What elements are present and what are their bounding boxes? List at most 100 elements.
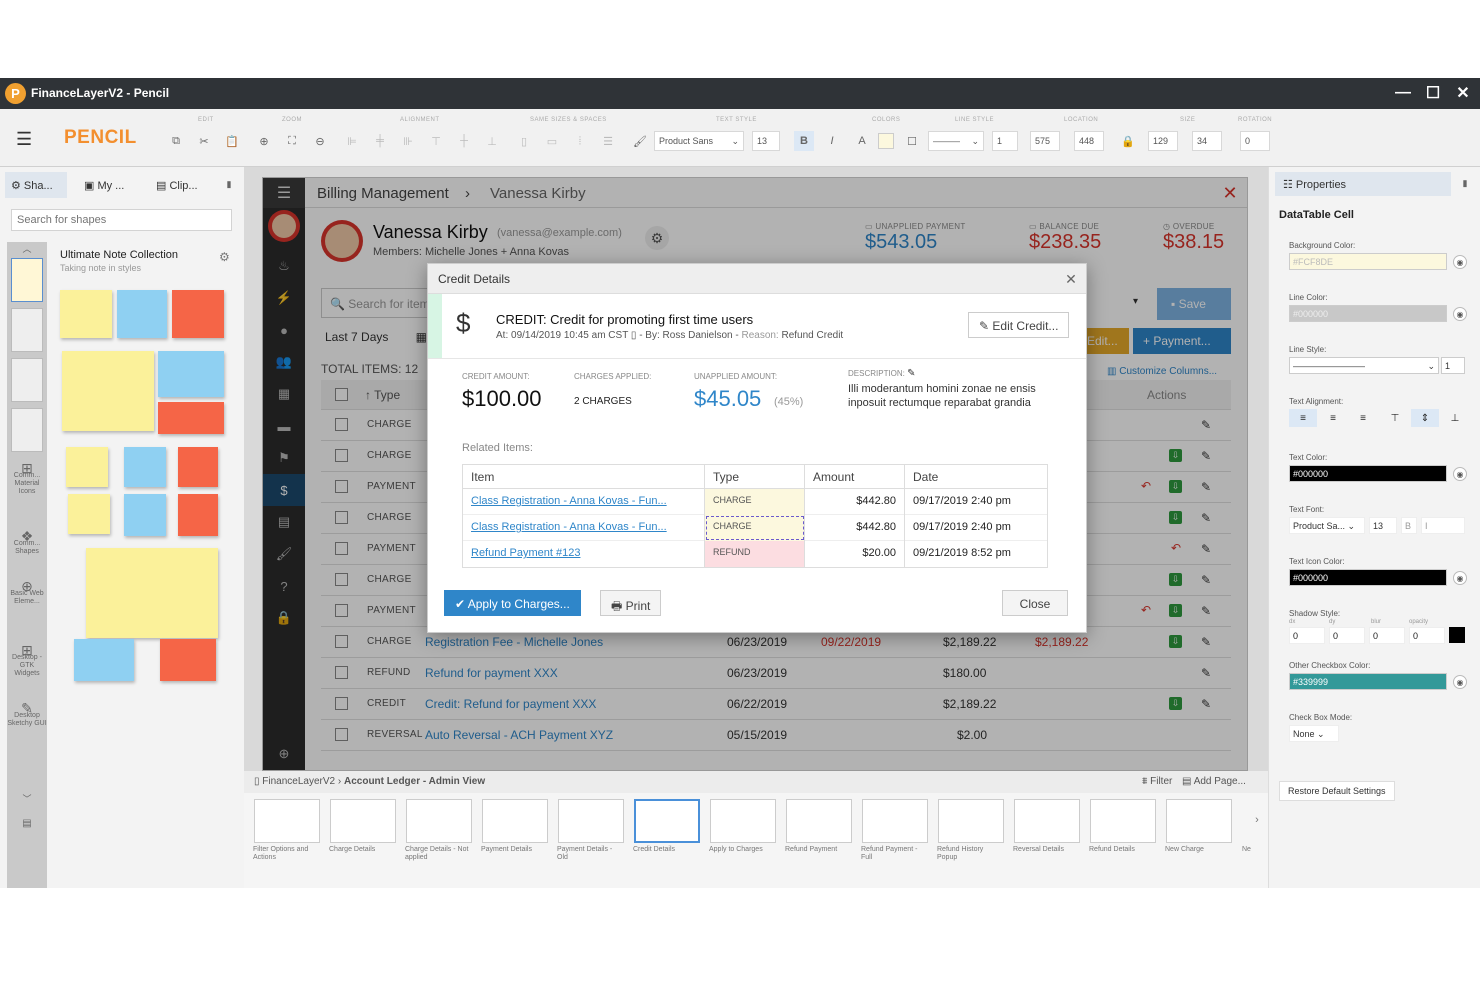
note-shape[interactable] xyxy=(66,447,108,487)
italic-button[interactable]: I xyxy=(822,131,842,151)
align-top-icon[interactable]: ⊤ xyxy=(426,131,446,151)
align-bottom-icon[interactable]: ⊥ xyxy=(482,131,502,151)
note-shape[interactable] xyxy=(124,494,166,536)
cut-icon[interactable]: ✂ xyxy=(194,131,214,151)
border-color-icon[interactable]: ☐ xyxy=(902,131,922,151)
rail-collection-notes[interactable] xyxy=(11,258,43,302)
align-middle-icon[interactable]: ┼ xyxy=(454,131,474,151)
icon-color-field[interactable]: #000000 xyxy=(1289,569,1447,586)
align-center-icon[interactable]: ╪ xyxy=(370,131,390,151)
lock-icon[interactable]: 🔒 xyxy=(1118,131,1138,151)
page-thumb[interactable] xyxy=(330,799,396,843)
page-thumb[interactable] xyxy=(406,799,472,843)
same-height-icon[interactable]: ▭ xyxy=(542,131,562,151)
font-family-select[interactable]: Product Sans ⌄ xyxy=(654,131,744,151)
note-shape[interactable] xyxy=(178,447,218,487)
valign-top-button[interactable]: ⊤ xyxy=(1381,409,1409,427)
other-checkbox-field[interactable]: #339999 xyxy=(1289,673,1447,690)
text-color-picker-icon[interactable]: ◉ xyxy=(1453,467,1467,481)
pin-icon[interactable]: ▮ xyxy=(222,177,236,191)
note-shape[interactable] xyxy=(158,351,224,397)
align-center-button[interactable]: ≡ xyxy=(1319,409,1347,427)
text-color-button[interactable]: A xyxy=(852,131,872,151)
page-thumb[interactable] xyxy=(938,799,1004,843)
note-shape[interactable] xyxy=(68,494,110,534)
line-color-picker-icon[interactable]: ◉ xyxy=(1453,307,1467,321)
rail-collection-3[interactable] xyxy=(11,358,43,402)
valign-bottom-button[interactable]: ⊥ xyxy=(1441,409,1469,427)
maximize-icon[interactable]: ☐ xyxy=(1421,82,1445,104)
copy-small-icon[interactable]: ▯ xyxy=(631,330,637,341)
width-field[interactable]: 129 xyxy=(1148,131,1178,151)
page-thumb[interactable] xyxy=(254,799,320,843)
thumbs-next-icon[interactable]: › xyxy=(1250,813,1264,827)
tab-clipart[interactable]: ▤ Clip... xyxy=(150,172,212,198)
col-type[interactable]: Type xyxy=(705,465,805,489)
x-field[interactable]: 575 xyxy=(1030,131,1060,151)
related-row[interactable]: Class Registration - Anna Kovas - Fun...… xyxy=(463,489,1047,515)
filter-button[interactable]: ⩩ Filter xyxy=(1142,776,1172,787)
align-right-button[interactable]: ≡ xyxy=(1349,409,1377,427)
page-thumb[interactable] xyxy=(558,799,624,843)
shadow-opacity-field[interactable]: 0 xyxy=(1409,627,1445,644)
text-font-select[interactable]: Product Sa... ⌄ xyxy=(1289,517,1365,534)
text-color-field[interactable]: #000000 xyxy=(1289,465,1447,482)
shape-search-input[interactable] xyxy=(11,209,232,231)
page-thumb[interactable] xyxy=(710,799,776,843)
y-field[interactable]: 448 xyxy=(1074,131,1104,151)
zoom-out-icon[interactable]: ⊖ xyxy=(310,131,330,151)
tab-shapes[interactable]: ⚙ Sha... xyxy=(5,172,67,198)
rail-common-shapes[interactable]: ❖ Comm... Shapes xyxy=(7,529,47,556)
col-amount[interactable]: Amount xyxy=(805,465,905,489)
rail-collection-2[interactable] xyxy=(11,308,43,352)
rotation-field[interactable]: 0 xyxy=(1240,131,1270,151)
line-width-field[interactable]: 1 xyxy=(992,131,1018,151)
line-style-select[interactable]: ——— ⌄ xyxy=(928,131,984,151)
zoom-in-icon[interactable]: ⊕ xyxy=(254,131,274,151)
note-shape[interactable] xyxy=(74,639,134,681)
other-checkbox-picker-icon[interactable]: ◉ xyxy=(1453,675,1467,689)
fit-icon[interactable]: ⛶ xyxy=(282,131,302,151)
bg-color-picker-icon[interactable]: ◉ xyxy=(1453,255,1467,269)
related-item-link[interactable]: Class Registration - Anna Kovas - Fun... xyxy=(463,489,705,515)
tab-my-collection[interactable]: ▣ My ... xyxy=(78,172,140,198)
page-thumb[interactable] xyxy=(1166,799,1232,843)
rail-menu-icon[interactable]: ▤ xyxy=(19,817,35,829)
note-shape[interactable] xyxy=(124,447,166,487)
close-button[interactable]: Close xyxy=(1002,590,1068,616)
close-window-icon[interactable]: ✕ xyxy=(1451,82,1475,104)
page-thumb-selected[interactable] xyxy=(634,799,700,843)
props-pin-icon[interactable]: ▮ xyxy=(1459,177,1471,189)
shadow-dx-field[interactable]: 0 xyxy=(1289,627,1325,644)
same-width-icon[interactable]: ▯ xyxy=(514,131,534,151)
related-row[interactable]: Refund Payment #123 REFUND $20.00 09/21/… xyxy=(463,541,1047,567)
note-shape[interactable] xyxy=(86,548,218,638)
align-left-button[interactable]: ≡ xyxy=(1289,409,1317,427)
related-item-type-selected[interactable]: CHARGE xyxy=(705,515,805,541)
rail-down-icon[interactable]: ﹀ xyxy=(19,792,35,804)
fill-color-swatch[interactable] xyxy=(878,133,894,149)
rail-collection-4[interactable] xyxy=(11,408,43,452)
page-thumb[interactable] xyxy=(786,799,852,843)
paste-icon[interactable]: 📋 xyxy=(222,131,242,151)
valign-middle-button[interactable]: ⇕ xyxy=(1411,409,1439,427)
text-font-size[interactable]: 13 xyxy=(1369,517,1397,534)
checkbox-mode-select[interactable]: None ⌄ xyxy=(1289,725,1339,742)
text-bold-toggle[interactable]: B xyxy=(1401,517,1417,534)
shadow-blur-field[interactable]: 0 xyxy=(1369,627,1405,644)
col-date[interactable]: Date xyxy=(905,465,1047,489)
add-page-button[interactable]: ▤ Add Page... xyxy=(1182,776,1246,787)
description-edit-icon[interactable]: ✎ xyxy=(907,368,915,379)
menu-icon[interactable]: ☰ xyxy=(16,129,32,150)
h-spacing-icon[interactable]: ⦙ xyxy=(570,131,590,151)
rail-up-icon[interactable]: ︿ xyxy=(19,242,35,254)
note-shape[interactable] xyxy=(117,290,167,338)
related-item-link[interactable]: Class Registration - Anna Kovas - Fun... xyxy=(463,515,705,541)
edit-credit-button[interactable]: ✎ Edit Credit... xyxy=(968,312,1070,338)
copy-icon[interactable]: ⧉ xyxy=(166,131,186,151)
font-size-field[interactable]: 13 xyxy=(752,131,780,151)
note-shape[interactable] xyxy=(172,290,224,338)
page-thumb[interactable] xyxy=(1014,799,1080,843)
rail-sketchy[interactable]: ✎ Desktop Sketchy GUI xyxy=(7,701,47,728)
line-style-width[interactable]: 1 xyxy=(1441,357,1465,374)
